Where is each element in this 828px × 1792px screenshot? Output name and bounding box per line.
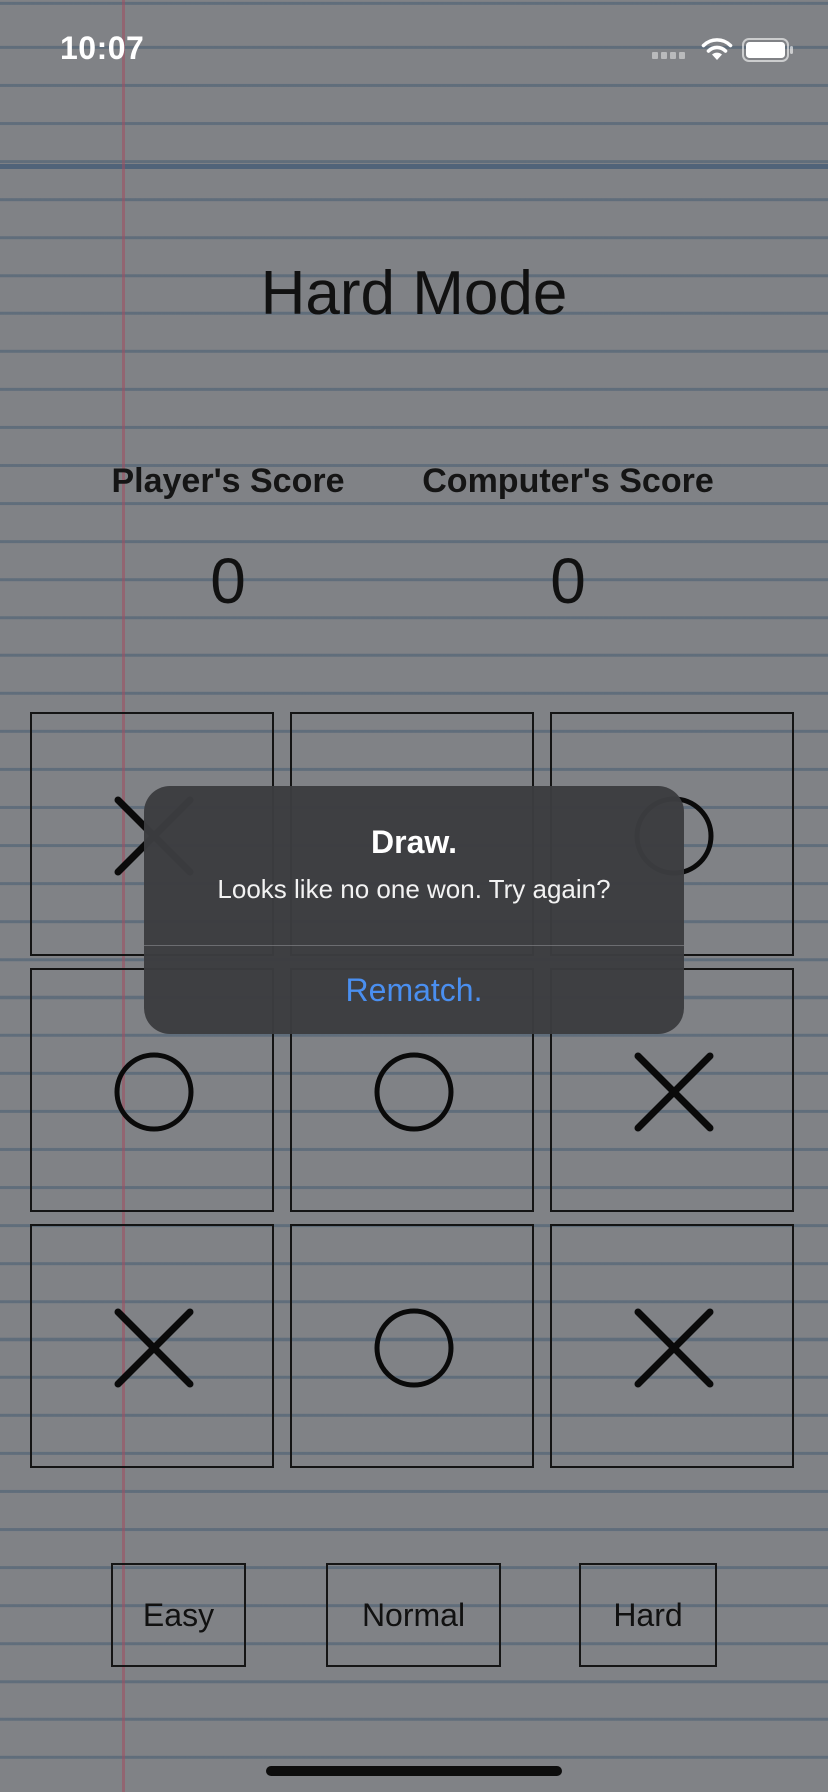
normal-button[interactable]: Normal (326, 1563, 501, 1667)
player-score-label: Player's Score (111, 462, 345, 500)
x-mark-icon (634, 1052, 714, 1132)
easy-button[interactable]: Easy (111, 1563, 246, 1667)
page-title: Hard Mode (260, 259, 568, 328)
board-cell[interactable] (30, 1224, 274, 1468)
alert-title: Draw. (371, 824, 457, 860)
board-cell[interactable] (550, 1224, 794, 1468)
o-mark-icon (374, 1052, 454, 1132)
alert-message: Looks like no one won. Try again? (217, 874, 611, 904)
status-time: 10:07 (60, 30, 145, 66)
x-mark-icon (634, 1308, 714, 1388)
rematch-button[interactable]: Rematch. (144, 946, 684, 1034)
x-mark-icon (114, 1308, 194, 1388)
computer-score-value: 0 (550, 545, 586, 617)
home-indicator[interactable] (266, 1766, 562, 1776)
o-mark-icon (374, 1308, 454, 1388)
battery-icon (742, 38, 793, 62)
cellular-signal-icon (652, 52, 685, 59)
board-cell[interactable] (290, 1224, 534, 1468)
status-bar: 10:07 (0, 0, 828, 100)
wifi-icon (701, 38, 733, 60)
o-mark-icon (114, 1052, 194, 1132)
player-score-value: 0 (210, 545, 246, 617)
draw-alert-dialog: Draw. Looks like no one won. Try again? … (144, 786, 684, 1034)
hard-button[interactable]: Hard (579, 1563, 717, 1667)
computer-score-label: Computer's Score (422, 462, 714, 500)
